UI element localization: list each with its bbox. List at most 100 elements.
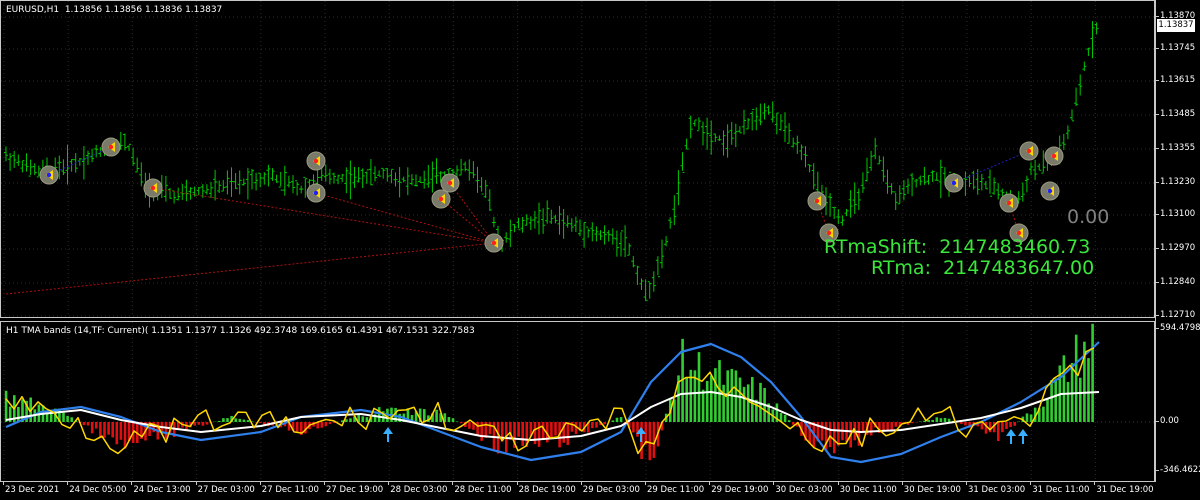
histogram-bar: [537, 422, 541, 447]
price-bar: [934, 172, 939, 181]
histogram-bar: [1091, 323, 1094, 422]
histogram-bar: [218, 420, 221, 422]
histogram-bar: [861, 422, 865, 433]
histogram-bar: [349, 418, 352, 422]
price-bar: [373, 166, 377, 182]
price-bar: [127, 143, 131, 151]
indicator-axis[interactable]: 594.4798 0.00 -346.4622: [1155, 321, 1200, 482]
signal-marker-icon: [484, 233, 504, 253]
price-bar: [516, 217, 521, 231]
price-bar: [352, 166, 357, 188]
time-tick: [645, 482, 646, 485]
price-bar: [24, 153, 29, 172]
marker-dot: [1051, 153, 1057, 159]
price-bar: [28, 159, 33, 177]
histogram-bar: [615, 417, 619, 422]
time-tick-label: 29 Dec 19:00: [711, 485, 769, 495]
price-bar: [602, 225, 607, 245]
time-tick-label: 27 Dec 19:00: [326, 485, 384, 495]
price-bar: [409, 174, 414, 186]
histogram-bar: [488, 422, 492, 435]
histogram-bar: [4, 390, 8, 422]
price-bar: [291, 175, 295, 194]
price-bar: [479, 177, 484, 195]
time-tick: [131, 482, 133, 485]
price-bar: [1094, 22, 1099, 35]
price-bar: [754, 107, 759, 131]
histogram-bar: [837, 422, 840, 446]
price-bar: [737, 126, 742, 134]
price-bar: [996, 183, 1001, 200]
histogram-bar: [115, 422, 119, 445]
price-bar: [1090, 21, 1095, 59]
histogram-bar: [787, 420, 791, 422]
time-tick: [1030, 482, 1032, 485]
price-tick-label: 1.13615: [1160, 75, 1196, 85]
price-chart-pane[interactable]: EURUSD,H1 1.13856 1.13856 1.13836 1.1383…: [0, 0, 1155, 318]
price-bar: [729, 122, 734, 145]
price-bar: [405, 167, 410, 196]
histogram-bar: [423, 409, 426, 422]
histogram-bar: [259, 422, 262, 423]
price-tick-label: 1.13230: [1160, 177, 1196, 187]
tma-indicator-pane[interactable]: H1 TMA bands (14,TF: Current)( 1.1351 1.…: [0, 321, 1155, 482]
price-bar: [963, 171, 968, 197]
price-bar: [180, 183, 185, 200]
price-tick-label: 1.12840: [1160, 277, 1196, 287]
price-bar: [192, 186, 197, 197]
price-bar: [483, 179, 488, 198]
marker-dot: [313, 158, 319, 164]
price-bar: [885, 169, 890, 194]
time-tick: [580, 482, 582, 485]
price-bar: [135, 157, 140, 173]
rtma-zero-label: 0.00: [1067, 206, 1110, 228]
time-tick-label: 28 Dec 11:00: [454, 485, 512, 495]
price-bar: [1074, 87, 1079, 106]
histogram-bar: [783, 414, 787, 422]
marker-dot: [1016, 230, 1022, 236]
histogram-bar: [517, 422, 520, 437]
price-bar: [213, 169, 218, 201]
price-bar: [332, 172, 336, 184]
histogram-bar: [833, 422, 836, 454]
price-bar: [778, 114, 783, 131]
price-bar: [590, 222, 595, 242]
marker-dot: [313, 190, 319, 196]
price-bar: [356, 167, 361, 183]
tma-indicator-canvas[interactable]: [1, 322, 1155, 482]
histogram-bar: [1074, 334, 1078, 422]
price-bar: [627, 243, 632, 256]
price-bar: [852, 182, 857, 214]
histogram-bar: [1013, 422, 1016, 426]
time-axis[interactable]: 23 Dec 2021 24 Dec 05:00 24 Dec 13:00 27 De…: [0, 482, 1155, 500]
price-bar: [389, 168, 394, 184]
price-axis[interactable]: 1.13870 1.13745 1.13615 1.13485 1.13355 1.132…: [1155, 0, 1200, 320]
price-bar: [237, 170, 242, 195]
price-bar: [422, 170, 427, 189]
histogram-bar: [939, 418, 943, 422]
price-bar: [254, 172, 259, 191]
price-bar: [463, 161, 468, 172]
price-bar: [401, 176, 406, 183]
histogram-bar: [451, 418, 455, 422]
histogram-bar: [705, 380, 709, 422]
price-bar: [278, 171, 283, 191]
histogram-bar: [49, 413, 53, 422]
marker-dot: [150, 185, 156, 191]
price-bar: [545, 200, 550, 224]
histogram-bar: [222, 418, 225, 422]
price-bar: [631, 256, 636, 268]
price-bar: [491, 216, 496, 228]
histogram-bar: [648, 422, 652, 461]
marker-dot: [1026, 148, 1032, 154]
price-bar: [434, 158, 439, 184]
price-bar: [217, 180, 222, 193]
time-tick: [773, 482, 775, 485]
histogram-bar: [1046, 398, 1049, 422]
histogram-bar: [238, 418, 242, 422]
histogram-bar: [820, 422, 824, 441]
price-bar: [176, 187, 181, 201]
signal-connector: [440, 198, 495, 244]
price-bar: [229, 167, 234, 197]
histogram-bar: [603, 422, 606, 425]
